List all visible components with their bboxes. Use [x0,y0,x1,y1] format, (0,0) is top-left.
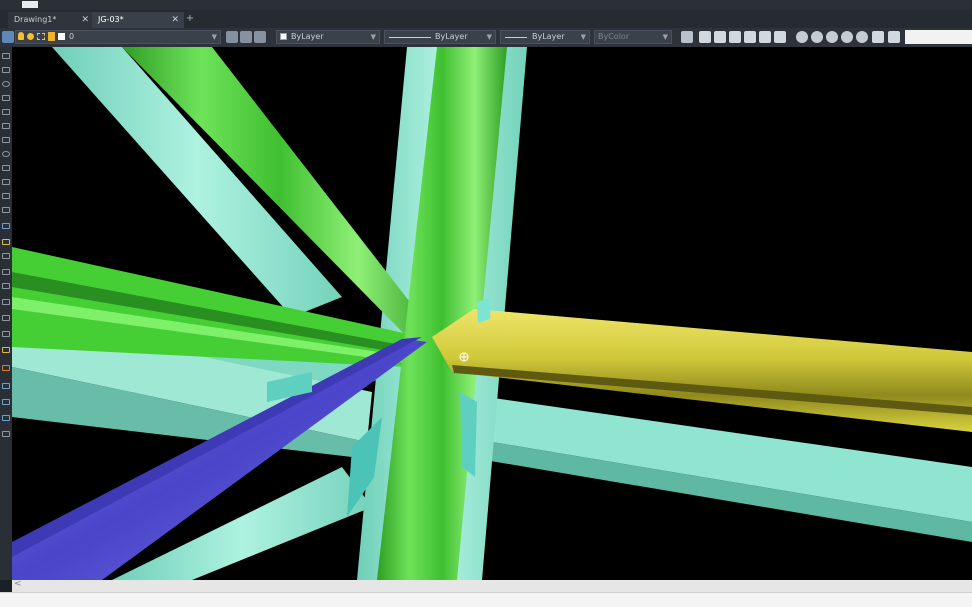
polyline-tool-icon[interactable] [2,67,10,73]
spline-tool-icon[interactable] [2,137,10,143]
dimension-icon[interactable] [888,31,900,43]
ellipse-arc-tool-icon[interactable] [2,165,10,171]
layer-dropdown[interactable]: 0 ▼ [15,30,221,44]
rectangle-tool-icon[interactable] [2,109,10,115]
lineweight-dropdown[interactable]: ByLayer ▼ [500,30,590,44]
color-swatch [280,33,287,40]
chevron-down-icon: ▼ [580,33,586,41]
modify-tool-icon[interactable] [2,365,10,371]
make-current-layer-icon[interactable] [226,31,238,43]
ucs-icon[interactable] [872,31,884,43]
tab-jg-03[interactable]: JG-03* ✕ [92,12,184,28]
tab-label: JG-03* [98,15,124,24]
layer-color-swatch [58,33,65,40]
print-tool-icon[interactable] [2,431,10,437]
lock-icon [48,32,55,41]
chevron-down-icon: ▼ [662,33,668,41]
sun-icon [27,33,34,40]
table-tool-icon[interactable] [2,315,10,321]
design-center-icon[interactable] [2,399,10,405]
horizontal-scrollbar[interactable]: < [12,579,972,592]
insert-block-icon[interactable] [2,223,10,229]
linetype-dropdown[interactable]: ByLayer ▼ [384,30,496,44]
revcloud-tool-icon[interactable] [2,179,10,185]
document-tab-bar: Drawing1* ✕ JG-03* ✕ [0,10,972,28]
steel-joint-3d-model [12,47,972,580]
viewport-freeze-icon [37,33,45,40]
search-field[interactable] [905,30,972,44]
extrude-tool-icon[interactable] [2,347,10,353]
scroll-left-icon[interactable]: < [14,579,22,589]
ellipse-tool-icon[interactable] [2,151,10,157]
lineweight-value: ByLayer [532,32,565,41]
match-layer-icon[interactable] [240,31,252,43]
chevron-down-icon: ▼ [211,33,217,41]
previous-layer-icon[interactable] [254,31,266,43]
sw-iso-view-icon[interactable] [796,31,808,43]
mtext-tool-icon[interactable] [2,331,10,337]
cursor-icon [459,352,469,362]
command-line[interactable] [0,592,972,607]
tool-palettes-icon[interactable] [2,415,10,421]
lightbulb-icon [18,32,24,40]
region-tool-icon[interactable] [2,299,10,305]
close-icon[interactable]: ✕ [81,12,89,28]
new-tab-plus-icon[interactable]: + [183,12,197,26]
make-block-icon[interactable] [2,239,10,245]
chevron-down-icon: ▼ [486,33,492,41]
app-logo-icon [22,1,38,8]
lineweight-sample [505,37,527,38]
linetype-value: ByLayer [435,32,468,41]
color-value: ByLayer [291,32,324,41]
hatch-tool-icon[interactable] [2,269,10,275]
close-icon[interactable]: ✕ [171,12,179,28]
arc-tool-icon[interactable] [2,123,10,129]
properties-panel-icon[interactable] [2,383,10,389]
front-view-icon[interactable] [759,31,771,43]
model-viewport[interactable] [12,47,972,580]
color-dropdown[interactable]: ByLayer ▼ [276,30,380,44]
linetype-sample [389,37,431,38]
plotstyle-dropdown[interactable]: ByColor ▼ [594,30,672,44]
plotstyle-value: ByColor [598,32,630,41]
gusset-plate-right [460,392,477,477]
construction-line-icon[interactable] [2,207,10,213]
back-view-icon[interactable] [774,31,786,43]
right-view-icon[interactable] [744,31,756,43]
view-icon[interactable] [681,31,693,43]
chevron-down-icon: ▼ [370,33,376,41]
properties-toolbar: 0 ▼ ByLayer ▼ ByLayer ▼ ByLayer ▼ ByColo… [0,28,972,47]
top-view-icon[interactable] [699,31,711,43]
line-tool-icon[interactable] [2,53,10,59]
wipeout-tool-icon[interactable] [2,193,10,199]
left-view-icon[interactable] [729,31,741,43]
layer-name: 0 [69,32,75,41]
draw-toolbar [0,47,12,580]
ne-iso-view-icon[interactable] [826,31,838,43]
camera-icon[interactable] [856,31,868,43]
gradient-tool-icon[interactable] [2,283,10,289]
nw-iso-view-icon[interactable] [841,31,853,43]
layer-manager-icon[interactable] [2,31,14,43]
circle-tool-icon[interactable] [2,81,10,87]
tab-drawing1[interactable]: Drawing1* ✕ [8,12,94,28]
se-iso-view-icon[interactable] [811,31,823,43]
title-bar [0,0,972,10]
tab-label: Drawing1* [14,15,57,24]
bottom-view-icon[interactable] [714,31,726,43]
point-tool-icon[interactable] [2,253,10,259]
polygon-tool-icon[interactable] [2,95,10,101]
